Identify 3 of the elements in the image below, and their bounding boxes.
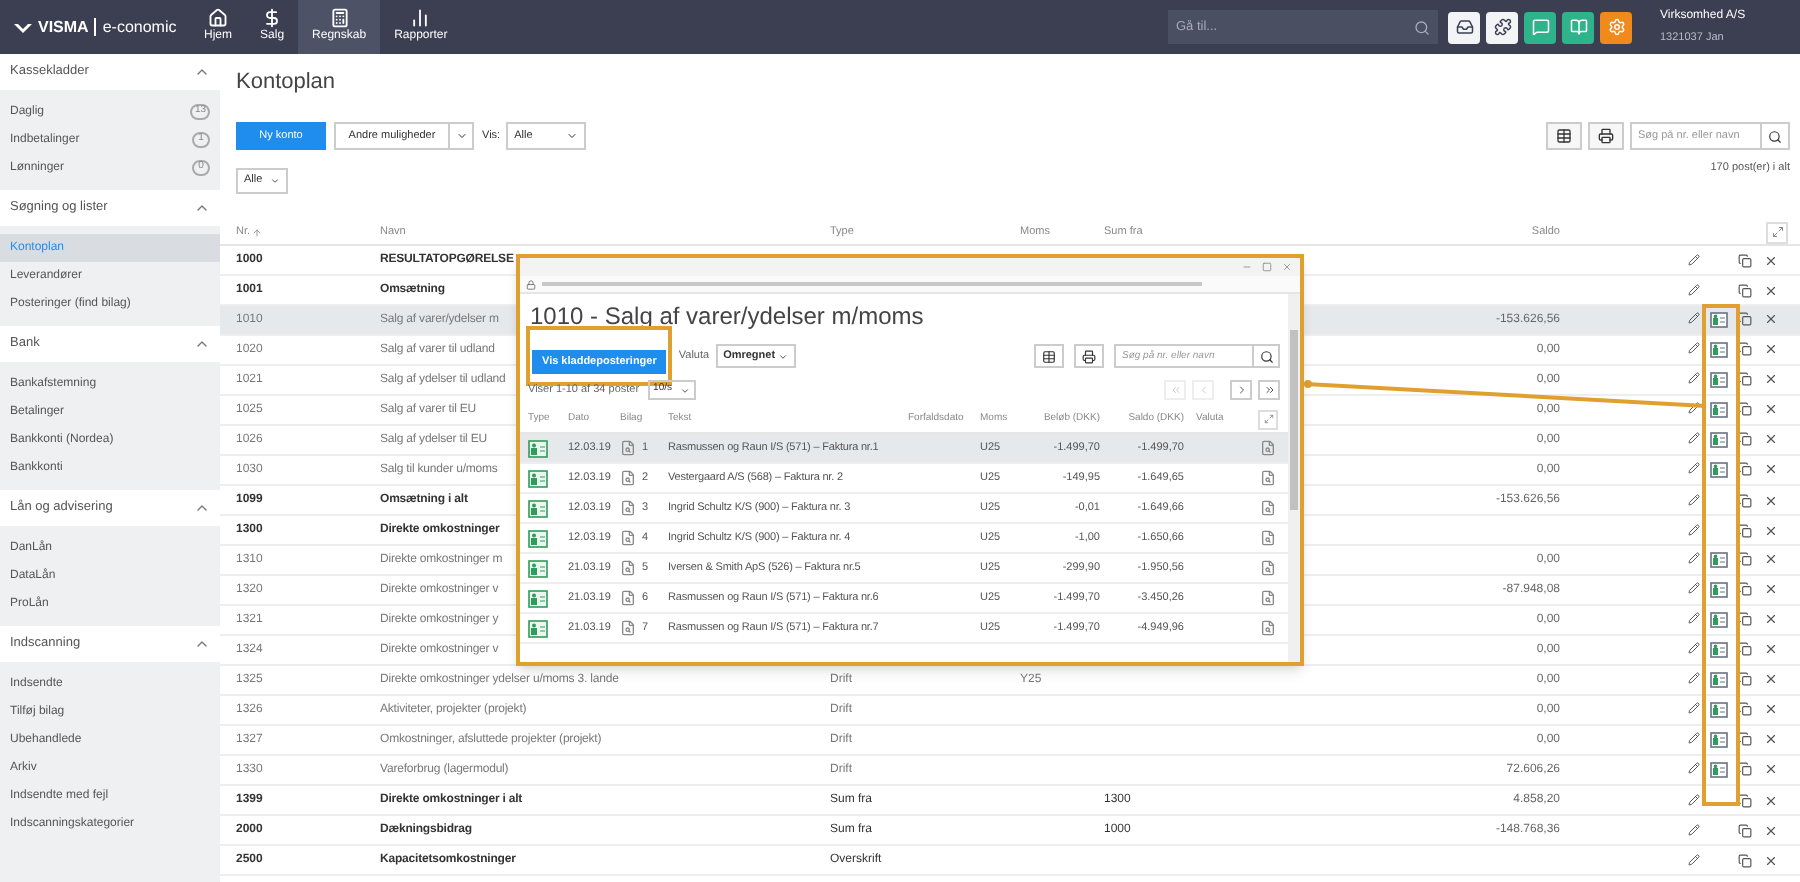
logo-text: VISMA [38,15,89,39]
page-title: Kontoplan [236,67,336,98]
product-name: e-conomic [102,15,177,39]
